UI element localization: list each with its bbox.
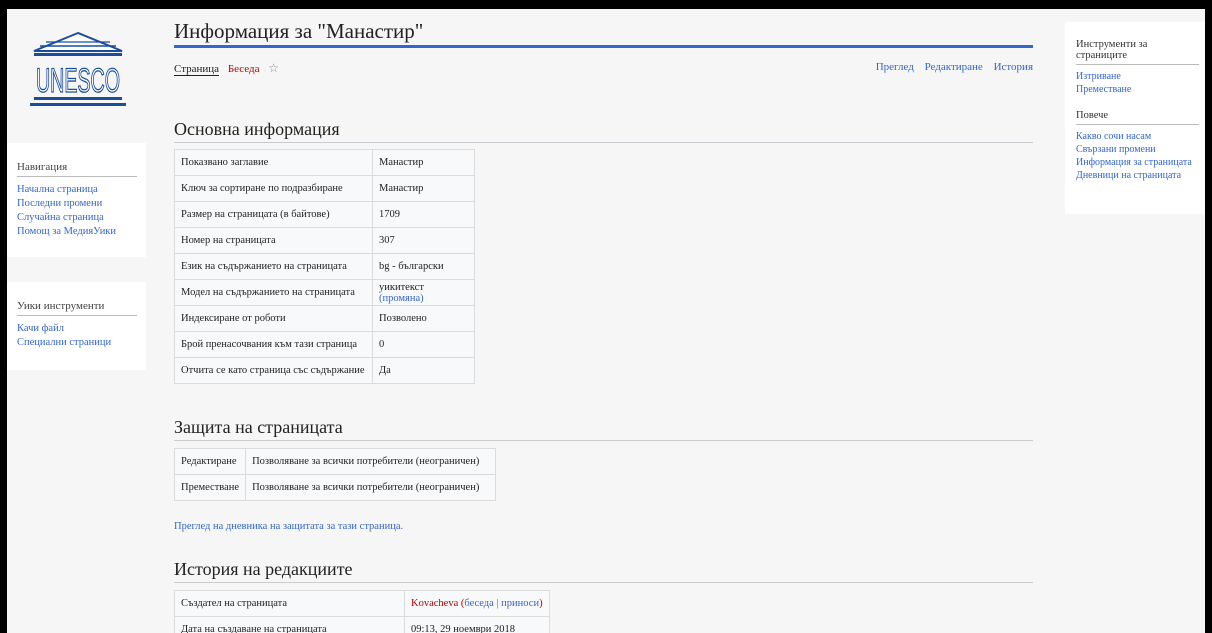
tab-edit[interactable]: Редактиране <box>925 61 983 73</box>
navigation-title: Навигация <box>17 161 137 177</box>
row-value: Да <box>372 357 475 384</box>
change-content-model-link[interactable]: (промяна) <box>379 293 424 304</box>
watch-star-icon[interactable]: ☆ <box>268 61 279 75</box>
tool-special-pages[interactable]: Специални страници <box>17 336 146 350</box>
table-row: Показвано заглавие Манастир <box>174 149 475 176</box>
row-value: 0 <box>372 331 475 358</box>
row-value: 1709 <box>372 201 475 228</box>
table-row: Преместване Позволяване за всички потреб… <box>173 474 497 501</box>
table-row: Модел на съдържанието на страницата уики… <box>174 279 475 306</box>
row-label: Показвано заглавие <box>174 149 373 176</box>
main-content: Информация за "Манастир" Страница Беседа… <box>173 9 1033 633</box>
creation-date-link[interactable]: 09:13, 29 ноември 2018 <box>404 616 550 633</box>
tools-title: Уики инструменти <box>17 300 137 316</box>
row-label: Дата на създаване на страницата <box>174 616 405 633</box>
tab-view[interactable]: Преглед <box>876 61 914 73</box>
row-value: Позволяване за всички потребители (неогр… <box>245 448 497 475</box>
unesco-logo-icon: UNESCO <box>30 31 126 106</box>
row-value: Позволено <box>372 305 475 332</box>
row-value: bg - български <box>372 253 475 280</box>
row-value: 307 <box>372 227 475 254</box>
protection-table: Редактиране Позволяване за всички потреб… <box>173 448 497 501</box>
page-tools-panel: Инструменти за страниците Изтриване Прем… <box>1065 22 1205 214</box>
page-tools-title: Инструменти за страниците <box>1076 39 1199 65</box>
table-row: Ключ за сортиране по подразбиране Манаст… <box>174 175 475 202</box>
more-title: Повече <box>1076 110 1199 125</box>
creator-user-link[interactable]: Kovacheva <box>411 598 458 609</box>
paren-close: ) <box>539 598 543 609</box>
tab-history[interactable]: История <box>994 61 1033 73</box>
row-label: Език на съдържанието на страницата <box>174 253 373 280</box>
basic-info-heading: Основна информация <box>174 119 1033 143</box>
tool-upload-file[interactable]: Качи файл <box>17 322 146 336</box>
nav-recent-changes[interactable]: Последни промени <box>17 197 146 211</box>
more-page-logs[interactable]: Дневници на страницата <box>1076 169 1199 182</box>
navigation-portlet: Навигация Начална страница Последни пром… <box>7 143 146 257</box>
nav-main-page[interactable]: Начална страница <box>17 183 146 197</box>
wiki-window: UNESCO Навигация Начална страница Послед… <box>7 9 1205 633</box>
table-row: Размер на страницата (в байтове) 1709 <box>174 201 475 228</box>
table-row: Индексиране от роботи Позволено <box>174 305 475 332</box>
row-label: Редактиране <box>173 448 247 475</box>
table-row: Редактиране Позволяване за всички потреб… <box>173 448 497 475</box>
row-label: Преместване <box>173 474 247 501</box>
unesco-logo[interactable]: UNESCO <box>30 31 126 109</box>
row-value: Позволяване за всички потребители (неогр… <box>245 474 497 501</box>
row-label: Ключ за сортиране по подразбиране <box>174 175 373 202</box>
more-what-links-here[interactable]: Какво сочи насам <box>1076 130 1199 143</box>
tab-talk[interactable]: Беседа <box>228 63 260 75</box>
tools-portlet: Уики инструменти Качи файл Специални стр… <box>7 282 146 370</box>
basic-info-table: Показвано заглавие Манастир Ключ за сорт… <box>174 149 475 384</box>
history-heading: История на редакциите <box>174 559 1033 583</box>
creator-contribs-link[interactable]: приноси <box>501 598 539 609</box>
protection-log-link[interactable]: Преглед на дневника на защитата за тази … <box>174 521 403 532</box>
page-title: Информация за "Манастир" <box>174 19 1033 48</box>
redirects-link[interactable]: Брой пренасочвания към тази страница <box>174 331 373 358</box>
row-label: Създател на страницата <box>174 590 405 617</box>
table-row: Брой пренасочвания към тази страница 0 <box>174 331 475 358</box>
row-value: Kovacheva (беседа | приноси) <box>404 590 550 617</box>
nav-help[interactable]: Помощ за МедияУики <box>17 225 146 239</box>
tool-delete[interactable]: Изтриване <box>1076 70 1199 83</box>
history-table: Създател на страницата Kovacheva (беседа… <box>174 590 550 633</box>
creator-talk-link[interactable]: беседа <box>464 598 493 609</box>
table-row: Създател на страницата Kovacheva (беседа… <box>174 590 550 617</box>
row-value: уикитекст (промяна) <box>372 279 475 306</box>
row-label: Индексиране от роботи <box>174 305 373 332</box>
row-value: Манастир <box>372 149 475 176</box>
namespace-tabs: Страница Беседа ☆ <box>174 61 285 76</box>
row-label: Размер на страницата (в байтове) <box>174 201 373 228</box>
table-row: Език на съдържанието на страницата bg - … <box>174 253 475 280</box>
tool-move[interactable]: Преместване <box>1076 83 1199 96</box>
content-model-value: уикитекст <box>379 281 424 293</box>
row-label: Номер на страницата <box>174 227 373 254</box>
table-row: Дата на създаване на страницата 09:13, 2… <box>174 616 550 633</box>
table-row: Номер на страницата 307 <box>174 227 475 254</box>
more-related-changes[interactable]: Свързани промени <box>1076 143 1199 156</box>
more-page-information[interactable]: Информация за страницата <box>1076 156 1199 169</box>
logo-text: UNESCO <box>36 62 120 100</box>
nav-random-page[interactable]: Случайна страница <box>17 211 146 225</box>
view-tabs: Преглед Редактиране История <box>868 61 1033 73</box>
row-label: Модел на съдържанието на страницата <box>174 279 373 306</box>
row-value: Манастир <box>372 175 475 202</box>
protection-heading: Защита на страницата <box>174 417 1033 441</box>
tab-page[interactable]: Страница <box>174 63 220 76</box>
row-label: Отчита се като страница със съдържание <box>174 357 373 384</box>
table-row: Отчита се като страница със съдържание Д… <box>174 357 475 384</box>
